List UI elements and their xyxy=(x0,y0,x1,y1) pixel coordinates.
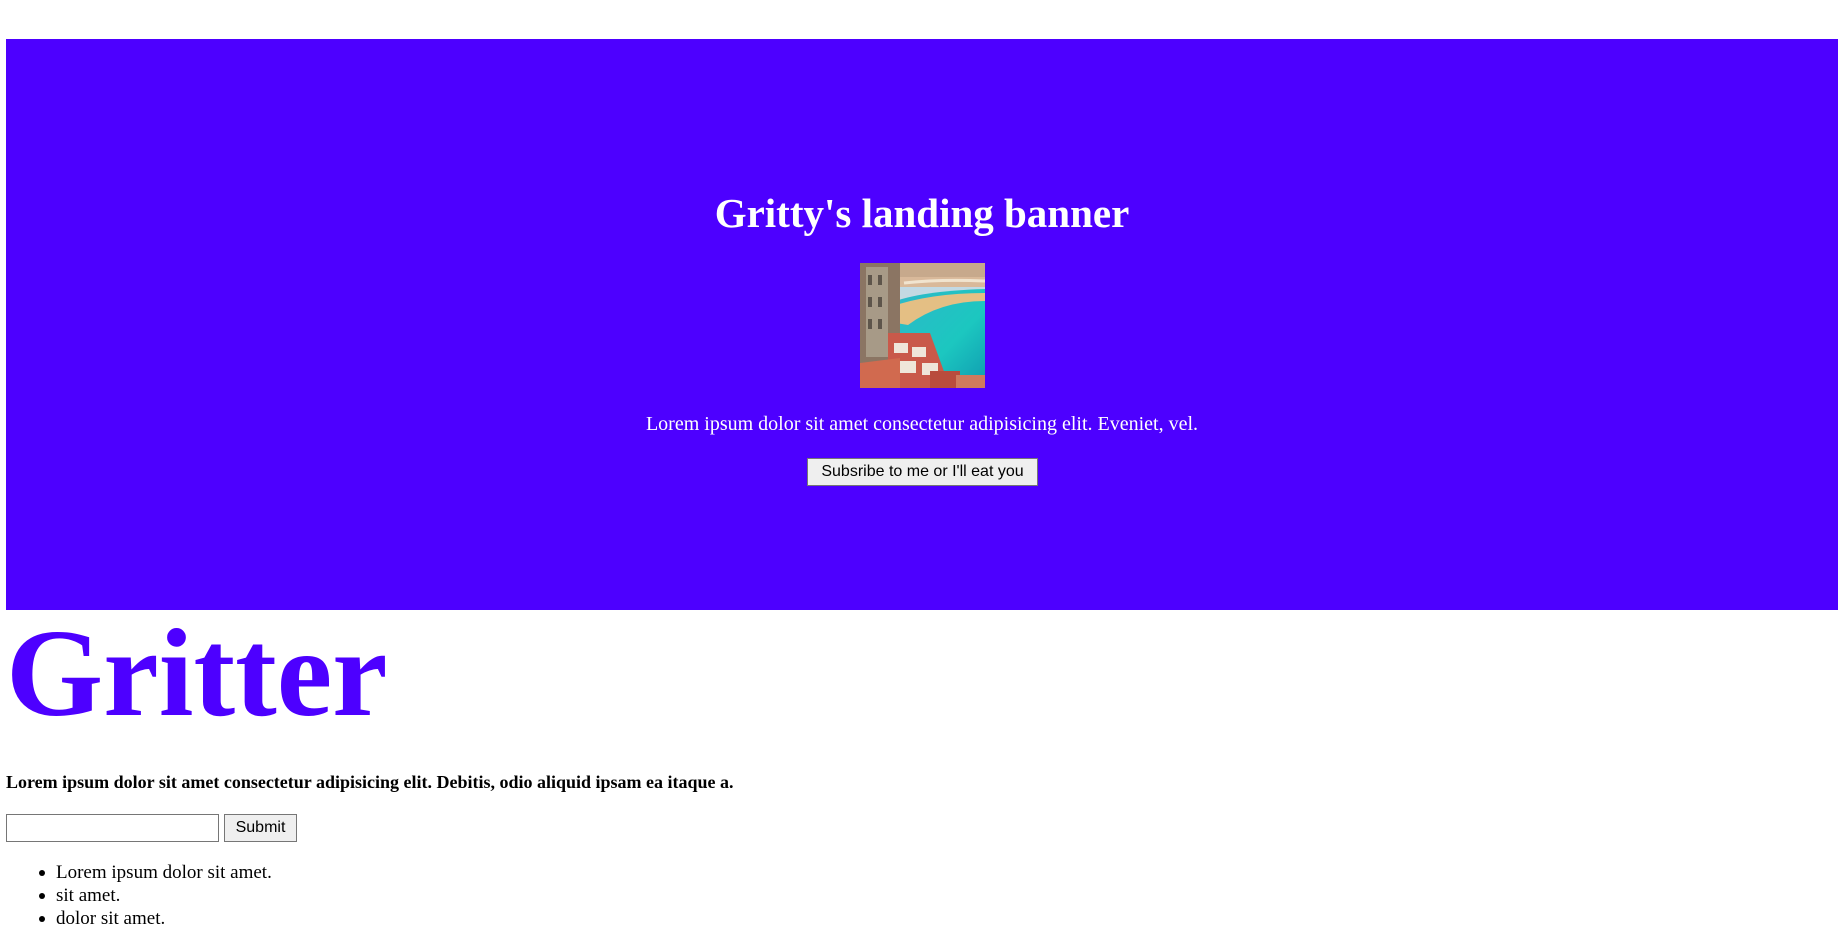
lead-text: Lorem ipsum dolor sit amet consectetur a… xyxy=(6,772,734,792)
banner-title: Gritty's landing banner xyxy=(714,190,1130,236)
subscribe-button[interactable]: Subsribe to me or I'll eat you xyxy=(807,458,1038,486)
email-input[interactable] xyxy=(6,814,219,842)
list-item: dolor sit amet. xyxy=(39,907,272,930)
submit-button[interactable]: Submit xyxy=(224,814,297,842)
list-item: Lorem ipsum dolor sit amet. xyxy=(39,862,272,883)
landing-banner: Gritty's landing banner Lorem ipsum dolo… xyxy=(6,39,1838,610)
bullet-list: Lorem ipsum dolor sit amet. sit amet. do… xyxy=(39,861,272,930)
coastal-town-photo-icon xyxy=(860,263,985,388)
page: Gritty's landing banner Lorem ipsum dolo… xyxy=(0,0,1844,941)
brand-title: Gritter xyxy=(6,605,388,743)
banner-image xyxy=(860,263,985,388)
list-item: sit amet. xyxy=(39,884,272,907)
banner-text: Lorem ipsum dolor sit amet consectetur a… xyxy=(645,413,1199,435)
